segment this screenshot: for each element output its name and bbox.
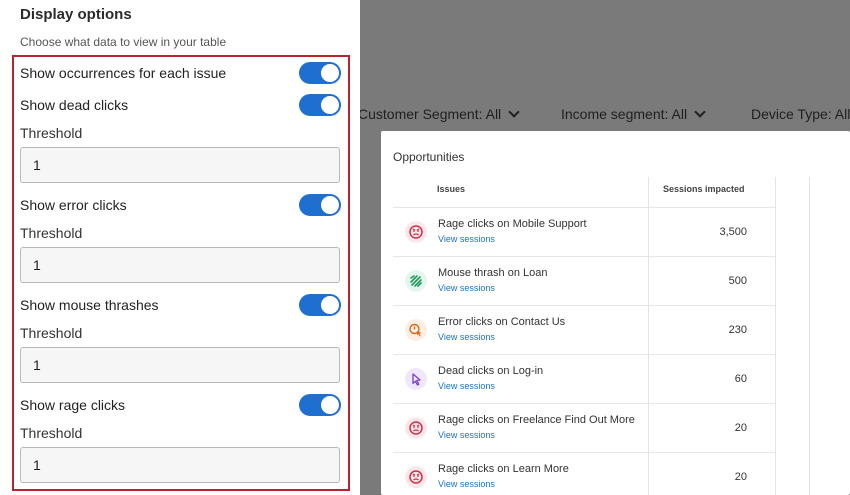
table-row: Rage clicks on Learn More View sessions … [393, 452, 775, 495]
issue-name: Rage clicks on Mobile Support [438, 218, 587, 230]
column-divider [775, 177, 776, 495]
panel-title: Display options [20, 6, 132, 23]
column-header-issues: Issues [437, 184, 466, 194]
issue-name: Dead clicks on Log-in [438, 365, 544, 377]
threshold-label: Threshold [20, 425, 83, 441]
table-row: Dead clicks on Log-in View sessions 60 [393, 354, 775, 403]
threshold-label: Threshold [20, 225, 83, 241]
filter-label: Customer Segment: All [358, 106, 502, 122]
sessions-impacted: 60 [734, 373, 747, 385]
toggle-knob [321, 96, 339, 114]
display-options-panel: Display options Choose what data to view… [0, 0, 360, 495]
dead-click-icon [405, 368, 427, 390]
view-sessions-link[interactable]: View sessions [438, 332, 495, 342]
table-row: Rage clicks on Mobile Support View sessi… [393, 207, 775, 256]
option-label-mouse-thrashes: Show mouse thrashes [20, 297, 159, 313]
filter-device-type[interactable]: Device Type: All [751, 106, 850, 122]
chevron-down-icon [694, 105, 706, 118]
table-row: Error clicks on Contact Us View sessions… [393, 305, 775, 354]
rage-clicks-threshold-input[interactable] [20, 447, 340, 483]
card-title: Opportunities [393, 150, 465, 164]
threshold-label: Threshold [20, 125, 83, 141]
threshold-label: Threshold [20, 325, 83, 341]
chevron-down-icon [508, 105, 520, 118]
dead-clicks-threshold-input[interactable] [20, 147, 340, 183]
sessions-impacted: 500 [728, 275, 747, 287]
error-clicks-threshold-input[interactable] [20, 247, 340, 283]
toggle-occurrences[interactable] [299, 62, 341, 84]
toggle-dead-clicks[interactable] [299, 94, 341, 116]
toggle-knob [321, 196, 339, 214]
view-sessions-link[interactable]: View sessions [438, 381, 495, 391]
toggle-knob [321, 396, 339, 414]
filter-customer-segment[interactable]: Customer Segment: All [358, 105, 520, 122]
issue-name: Error clicks on Contact Us [438, 316, 566, 328]
view-sessions-link[interactable]: View sessions [438, 479, 495, 489]
table-row: Mouse thrash on Loan View sessions 500 [393, 256, 775, 305]
filter-bar: Customer Segment: All Income segment: Al… [358, 100, 850, 130]
toggle-knob [321, 296, 339, 314]
sessions-impacted: 230 [728, 324, 747, 336]
filter-income-segment[interactable]: Income segment: All [561, 105, 706, 122]
table-row: Rage clicks on Freelance Find Out More V… [393, 403, 775, 452]
view-sessions-link[interactable]: View sessions [438, 430, 495, 440]
column-header-sessions: Sessions impacted [663, 184, 745, 194]
sessions-impacted: 20 [734, 471, 747, 483]
opportunities-card: Opportunities Issues Sessions impacted R… [381, 131, 850, 495]
filter-label: Device Type: All [751, 106, 850, 122]
view-sessions-link[interactable]: View sessions [438, 234, 495, 244]
column-divider [809, 177, 810, 495]
toggle-rage-clicks[interactable] [299, 394, 341, 416]
error-click-icon [405, 319, 427, 341]
rage-click-icon [405, 466, 427, 488]
mouse-thrashes-threshold-input[interactable] [20, 347, 340, 383]
panel-subtitle: Choose what data to view in your table [20, 35, 227, 49]
rage-click-icon [405, 417, 427, 439]
toggle-knob [321, 64, 339, 82]
option-label-dead-clicks: Show dead clicks [20, 97, 129, 113]
view-sessions-link[interactable]: View sessions [438, 283, 495, 293]
sessions-impacted: 20 [734, 422, 747, 434]
mouse-thrash-icon [405, 270, 427, 292]
option-label-error-clicks: Show error clicks [20, 197, 127, 213]
issue-name: Rage clicks on Learn More [438, 463, 569, 475]
filter-label: Income segment: All [561, 106, 688, 122]
toggle-error-clicks[interactable] [299, 194, 341, 216]
toggle-mouse-thrashes[interactable] [299, 294, 341, 316]
rage-click-icon [405, 221, 427, 243]
option-label-occurrences: Show occurrences for each issue [20, 65, 227, 81]
sessions-impacted: 3,500 [719, 226, 747, 238]
option-label-rage-clicks: Show rage clicks [20, 397, 126, 413]
issue-name: Rage clicks on Freelance Find Out More [438, 414, 635, 426]
issue-name: Mouse thrash on Loan [438, 267, 548, 279]
